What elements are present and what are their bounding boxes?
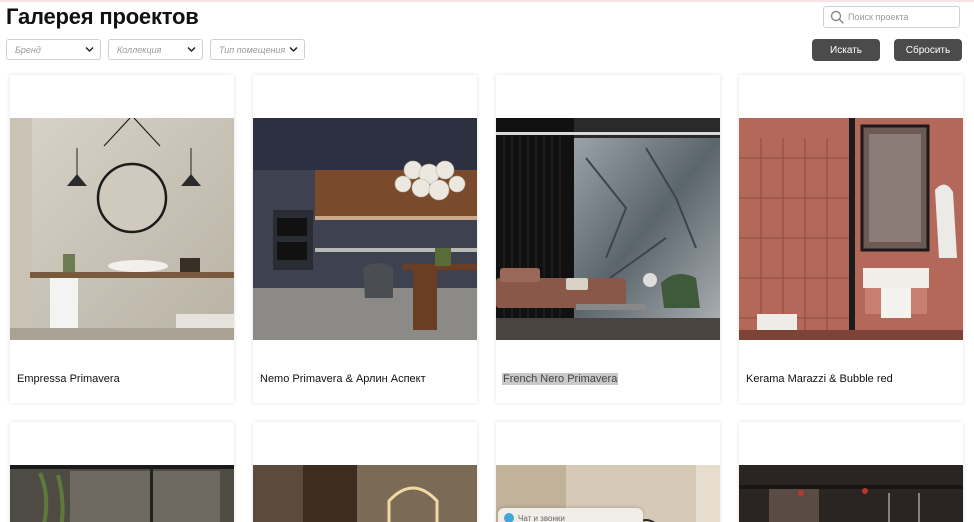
project-card[interactable]: Kerama Marazzi & Bubble red <box>739 75 963 403</box>
project-card[interactable] <box>496 422 720 522</box>
filter-collection-select[interactable]: Коллекция <box>108 39 203 60</box>
filter-collection-label: Коллекция <box>117 45 162 55</box>
project-name[interactable]: Kerama Marazzi & Bubble red <box>746 373 893 385</box>
filter-room-type-label: Тип помещения <box>219 45 286 55</box>
search-button[interactable]: Искать <box>812 39 880 61</box>
chat-icon <box>504 513 514 522</box>
project-image[interactable] <box>10 465 234 522</box>
project-image[interactable] <box>496 118 720 340</box>
search-icon <box>830 10 844 24</box>
project-image[interactable] <box>10 118 234 340</box>
search-box[interactable] <box>823 6 960 28</box>
chevron-down-icon <box>289 46 298 53</box>
project-card[interactable]: Empressa Primavera <box>10 75 234 403</box>
filter-brand-select[interactable]: Бренд <box>6 39 101 60</box>
filter-room-type-select[interactable]: Тип помещения <box>210 39 305 60</box>
filter-brand-label: Бренд <box>15 45 41 55</box>
chevron-down-icon <box>85 46 94 53</box>
project-name[interactable]: Nemo Primavera & Арлин Аспект <box>260 373 426 385</box>
reset-button[interactable]: Сбросить <box>894 39 962 61</box>
project-name[interactable]: French Nero Primavera <box>502 373 619 385</box>
project-card[interactable] <box>253 422 477 522</box>
project-image[interactable] <box>739 465 963 522</box>
project-name[interactable]: Empressa Primavera <box>17 373 120 385</box>
project-card[interactable]: Nemo Primavera & Арлин Аспект <box>253 75 477 403</box>
chat-widget-label: Чат и звонки <box>518 514 565 522</box>
project-card[interactable]: French Nero Primavera <box>496 75 720 403</box>
search-input[interactable] <box>848 9 956 25</box>
chat-widget[interactable]: Чат и звонки <box>498 508 643 522</box>
chevron-down-icon <box>187 46 196 53</box>
project-card[interactable] <box>739 422 963 522</box>
project-image[interactable] <box>253 118 477 340</box>
project-card[interactable] <box>10 422 234 522</box>
top-accent-line <box>0 0 974 2</box>
project-image[interactable] <box>253 465 477 522</box>
project-image[interactable] <box>739 118 963 340</box>
page-title: Галерея проектов <box>6 4 199 29</box>
